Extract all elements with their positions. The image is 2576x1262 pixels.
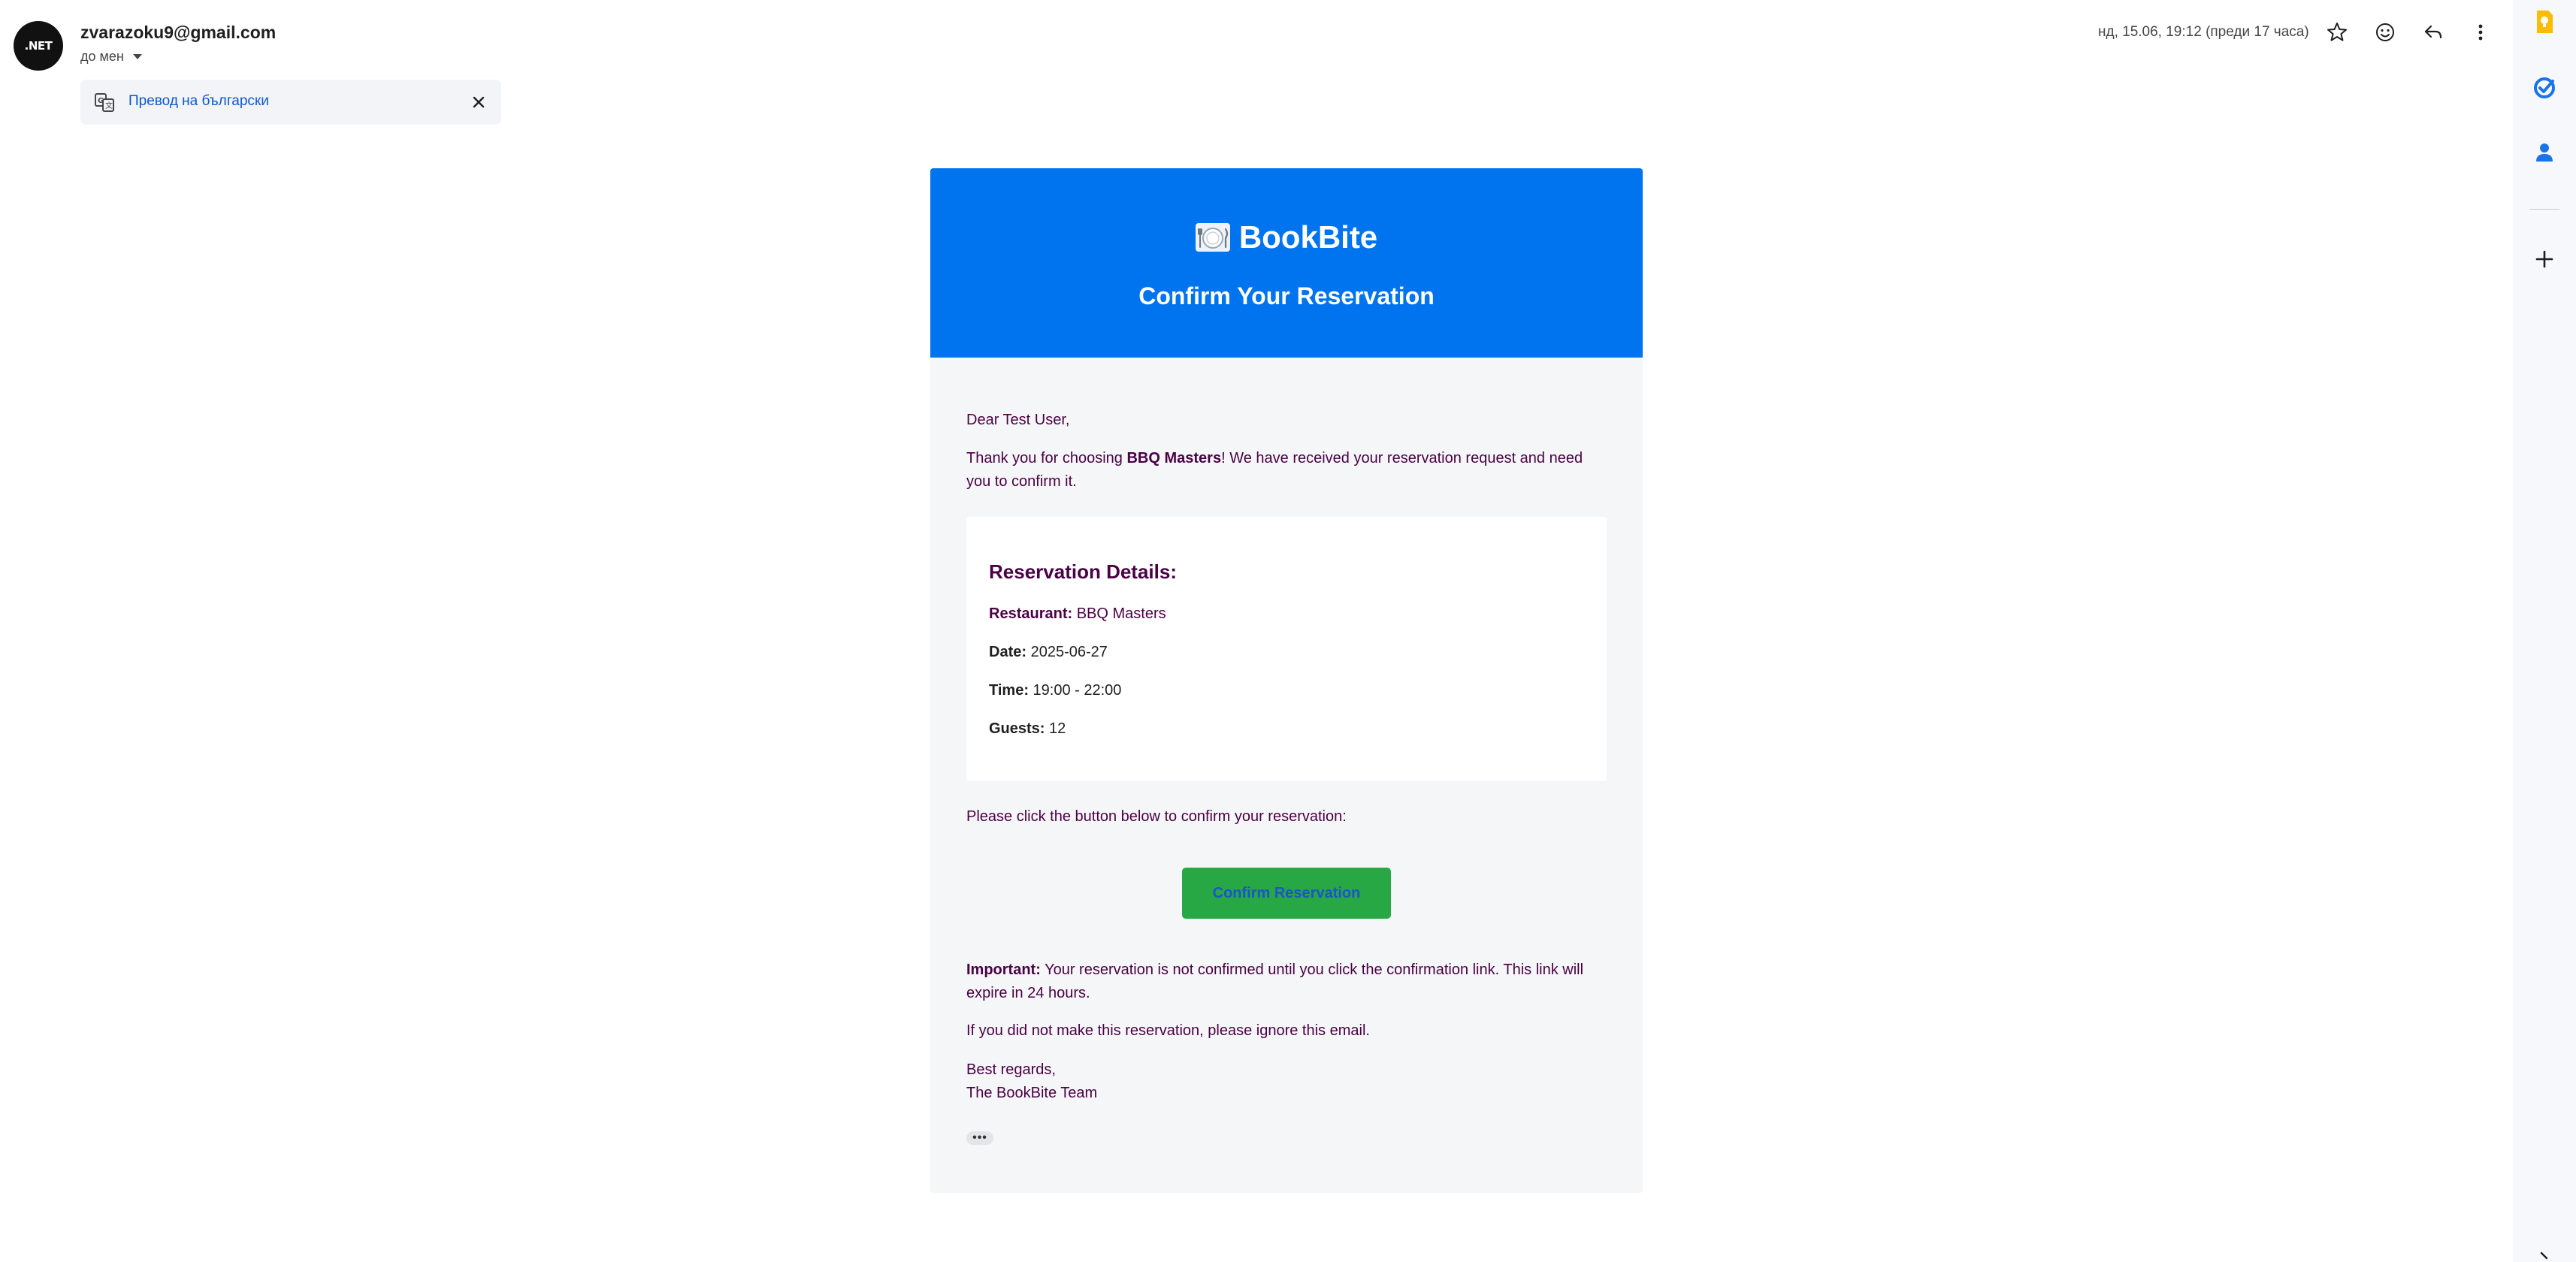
ignore-note: If you did not make this reservation, pl… [966,1022,1370,1039]
emoji-icon[interactable] [2372,20,2398,45]
translate-banner: G 文 Превод на български [80,80,501,125]
detail-date: Date: 2025-06-27 [989,644,1108,661]
detail-value: 19:00 - 22:00 [1033,682,1122,699]
close-icon[interactable] [468,92,489,113]
intro-suffix-2: you to confirm it. [966,473,1077,490]
add-icon[interactable] [2530,245,2559,273]
email-date: нд, 15.06, 19:12 (преди 17 часа) [2098,24,2309,40]
detail-value: 2025-06-27 [1030,644,1108,660]
detail-value: BBQ Masters [1076,605,1166,622]
intro-paragraph: Thank you for choosing BBQ Masters! We h… [966,447,1613,494]
detail-label: Time: [989,682,1029,699]
detail-restaurant: Restaurant: BBQ Masters [989,605,1166,623]
click-prompt: Please click the button below to confirm… [966,808,1347,825]
sender-email[interactable]: zvarazoku9@gmail.com [80,23,276,43]
intro-restaurant: BBQ Masters [1126,450,1222,466]
detail-value: 12 [1049,720,1066,737]
reservation-details: Reservation Details: Restaurant: BBQ Mas… [966,517,1607,781]
keep-icon[interactable] [2530,8,2559,36]
side-divider [2529,209,2559,210]
to-label: до мен [80,49,124,64]
star-icon[interactable] [2324,20,2350,45]
brand-name: BookBite [1238,219,1378,255]
email-title: Confirm Your Reservation [1138,282,1435,309]
regards: Best regards, [966,1061,1056,1078]
intro-prefix: Thank you for choosing [966,450,1127,466]
recipient-details-toggle[interactable]: до мен [80,49,142,65]
detail-time: Time: 19:00 - 22:00 [989,682,1121,699]
contacts-icon[interactable] [2530,138,2559,167]
detail-label: Date: [989,644,1027,660]
signature: The BookBite Team [966,1085,1098,1101]
brand: BookBite [930,219,1643,255]
confirm-reservation-button[interactable]: Confirm Reservation [1182,868,1391,919]
intro-suffix-1: ! We have received your reservation requ… [1221,450,1583,466]
plate-cutlery-icon [1195,223,1230,252]
detail-label: Restaurant: [989,605,1073,622]
detail-guests: Guests: 12 [989,720,1066,738]
chevron-down-icon [132,54,142,59]
svg-text:文: 文 [105,101,113,110]
details-title: Reservation Details: [989,560,1177,583]
important-label: Important: [966,962,1041,978]
show-trimmed-content-button[interactable]: ••• [966,1131,993,1145]
sign-off: Best regards, The BookBite Team [966,1058,1613,1105]
important-note: Important: Your reservation is not confi… [966,959,1613,1005]
tasks-icon[interactable] [2530,74,2559,102]
reply-icon[interactable] [2420,20,2446,45]
email-body: BookBite Confirm Your Reservation Dear T… [930,168,1643,1193]
sender-avatar[interactable]: .NET [14,21,63,71]
side-panel [2513,0,2576,1262]
translate-icon: G 文 [95,93,114,112]
translate-link[interactable]: Превод на български [128,93,269,110]
detail-label: Guests: [989,720,1045,737]
email-banner: BookBite Confirm Your Reservation [930,168,1643,358]
more-vert-icon[interactable] [2468,20,2493,45]
greeting: Dear Test User, [966,412,1070,428]
important-line-2: expire in 24 hours. [966,985,1090,1001]
important-line-1: Your reservation is not confirmed until … [1040,962,1584,978]
chevron-right-icon[interactable] [2530,1247,2559,1262]
